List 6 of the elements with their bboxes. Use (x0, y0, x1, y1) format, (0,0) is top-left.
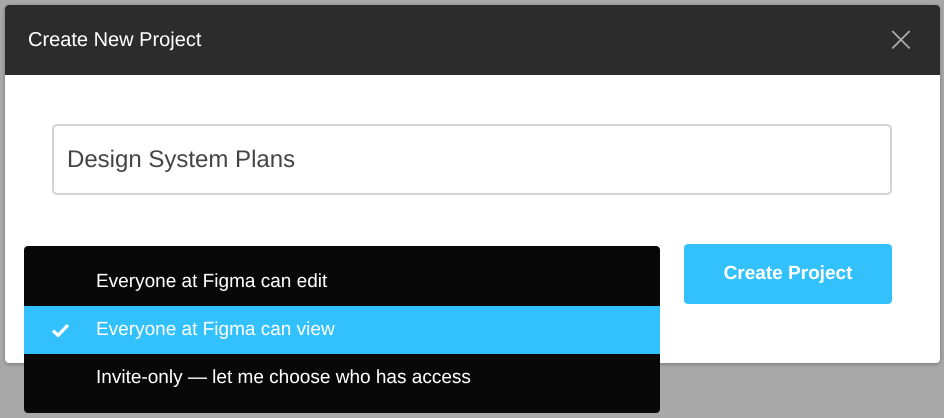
menu-item[interactable]: Invite-only — let me choose who has access (24, 354, 660, 402)
menu-item[interactable]: Everyone at Figma can edit (24, 258, 660, 306)
dialog-title: Create New Project (28, 28, 202, 52)
close-button[interactable]: × (886, 22, 916, 58)
check-icon (52, 323, 69, 337)
project-name-field[interactable]: Design System Plans (52, 124, 892, 195)
